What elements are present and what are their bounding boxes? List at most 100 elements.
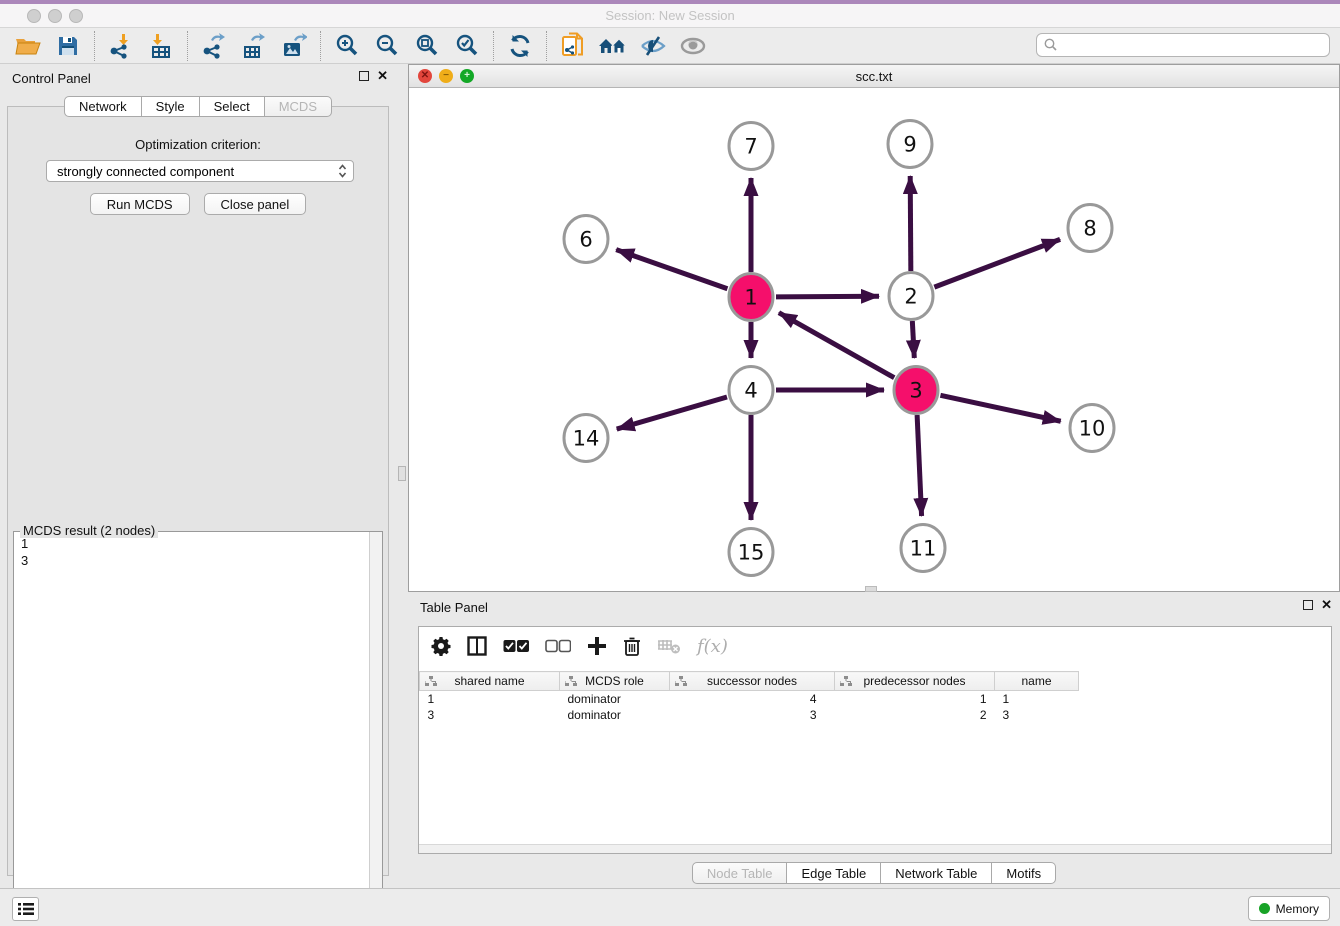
tab-node-table[interactable]: Node Table [692, 862, 788, 884]
import-table-icon[interactable] [141, 29, 181, 63]
mcds-result-text[interactable]: 1 3 [14, 532, 369, 910]
cell-shared-name[interactable]: 1 [420, 691, 560, 707]
search-box[interactable] [1036, 33, 1330, 57]
cell-successor-nodes[interactable]: 4 [670, 691, 835, 707]
graph-node-8[interactable]: 8 [1068, 205, 1112, 252]
show-panel-icon[interactable] [673, 29, 713, 63]
zoom-fit-icon[interactable] [407, 29, 447, 63]
graph-node-2[interactable]: 2 [889, 273, 933, 320]
cell-shared-name[interactable]: 3 [420, 707, 560, 723]
run-mcds-button[interactable]: Run MCDS [90, 193, 190, 215]
mcds-result-scrollbar[interactable] [369, 532, 382, 910]
graph-node-6[interactable]: 6 [564, 216, 608, 263]
tab-style[interactable]: Style [142, 96, 200, 117]
tab-edge-table[interactable]: Edge Table [787, 862, 881, 884]
zoom-selected-icon[interactable] [447, 29, 487, 63]
graph-node-7[interactable]: 7 [729, 123, 773, 170]
column-type-icon [840, 676, 852, 690]
float-table-panel-icon[interactable] [1303, 600, 1313, 610]
cell-mcds-role[interactable]: dominator [560, 691, 670, 707]
hide-panel-icon[interactable] [633, 29, 673, 63]
home-icon[interactable] [593, 29, 633, 63]
select-all-icon[interactable] [503, 639, 529, 653]
graph-node-15[interactable]: 15 [729, 529, 773, 576]
cell-mcds-role[interactable]: dominator [560, 707, 670, 723]
close-panel-icon[interactable]: ✕ [377, 71, 388, 81]
table-toolbar: f(x) [419, 627, 1331, 665]
mcds-result-group: MCDS result (2 nodes) 1 3 [13, 531, 383, 911]
graph-edge-2-3[interactable] [912, 321, 914, 358]
network-file-icon[interactable] [553, 29, 593, 63]
tab-select[interactable]: Select [200, 96, 265, 117]
delete-table-icon [657, 637, 681, 655]
gear-icon[interactable] [431, 636, 451, 656]
toolbar-separator [546, 31, 547, 61]
close-panel-button[interactable]: Close panel [204, 193, 307, 215]
graph-node-1[interactable]: 1 [729, 274, 773, 321]
cell-successor-nodes[interactable]: 3 [670, 707, 835, 723]
import-network-icon[interactable] [101, 29, 141, 63]
table-row[interactable]: 3 dominator 3 2 3 [420, 707, 1079, 723]
criterion-dropdown[interactable]: strongly connected component [46, 160, 354, 182]
export-image-icon[interactable] [274, 29, 314, 63]
task-history-button[interactable] [12, 897, 39, 921]
cell-predecessor-nodes[interactable]: 2 [835, 707, 995, 723]
criterion-value: strongly connected component [57, 164, 234, 179]
graph-node-14[interactable]: 14 [564, 415, 608, 462]
graph-node-9[interactable]: 9 [888, 121, 932, 168]
graph-node-label: 7 [744, 135, 757, 159]
vertical-splitter[interactable] [396, 64, 408, 888]
float-panel-icon[interactable] [359, 71, 369, 81]
tab-mcds[interactable]: MCDS [265, 96, 332, 117]
search-input[interactable] [1059, 38, 1329, 52]
graph-edge-3-1[interactable] [779, 313, 894, 378]
apply-layout-icon[interactable] [500, 29, 540, 63]
graph-node-3[interactable]: 3 [894, 367, 938, 414]
close-table-panel-icon[interactable]: ✕ [1321, 600, 1332, 610]
graph-node-label: 8 [1083, 217, 1096, 241]
cell-name[interactable]: 3 [995, 707, 1079, 723]
deselect-all-icon[interactable] [545, 639, 571, 653]
table-horizontal-scrollbar[interactable] [419, 844, 1331, 853]
columns-icon[interactable] [467, 636, 487, 656]
cell-name[interactable]: 1 [995, 691, 1079, 707]
graph-edge-3-10[interactable] [940, 395, 1060, 421]
graph-edge-2-8[interactable] [934, 239, 1060, 287]
graph-edge-1-6[interactable] [616, 250, 727, 289]
column-header-successor-nodes[interactable]: successor nodes [670, 672, 835, 691]
window-title: Session: New Session [0, 8, 1340, 23]
zoom-out-icon[interactable] [367, 29, 407, 63]
control-panel: Control Panel ✕ Network Style Select MCD… [0, 64, 396, 882]
zoom-in-icon[interactable] [327, 29, 367, 63]
save-session-icon[interactable] [48, 29, 88, 63]
delete-icon[interactable] [623, 636, 641, 656]
splitter-handle[interactable] [398, 466, 406, 481]
table-panel-tabs: Node Table Edge Table Network Table Moti… [408, 862, 1340, 884]
column-header-name[interactable]: name [995, 672, 1079, 691]
cell-predecessor-nodes[interactable]: 1 [835, 691, 995, 707]
tab-network-table[interactable]: Network Table [881, 862, 992, 884]
graph-node-label: 10 [1079, 417, 1106, 441]
graph-node-10[interactable]: 10 [1070, 405, 1114, 452]
memory-status-icon [1259, 903, 1270, 914]
column-header-mcds-role[interactable]: MCDS role [560, 672, 670, 691]
tab-motifs[interactable]: Motifs [992, 862, 1056, 884]
search-icon [1043, 37, 1059, 53]
network-graph-canvas[interactable]: 7 9 6 8 1 2 4 3 14 10 15 11 [409, 88, 1339, 591]
graph-node-4[interactable]: 4 [729, 367, 773, 414]
add-icon[interactable] [587, 636, 607, 656]
column-header-shared-name[interactable]: shared name [420, 672, 560, 691]
export-table-icon[interactable] [234, 29, 274, 63]
graph-edge-4-14[interactable] [617, 397, 727, 429]
graph-edge-3-11[interactable] [917, 415, 921, 516]
export-network-icon[interactable] [194, 29, 234, 63]
tab-network[interactable]: Network [64, 96, 142, 117]
column-header-predecessor-nodes[interactable]: predecessor nodes [835, 672, 995, 691]
graph-edge-2-9[interactable] [910, 176, 911, 271]
table-row[interactable]: 1 dominator 4 1 1 [420, 691, 1079, 707]
graph-node-label: 9 [903, 133, 916, 157]
graph-edge-1-2[interactable] [776, 296, 879, 297]
memory-button[interactable]: Memory [1248, 896, 1330, 921]
graph-node-11[interactable]: 11 [901, 525, 945, 572]
open-session-icon[interactable] [8, 29, 48, 63]
